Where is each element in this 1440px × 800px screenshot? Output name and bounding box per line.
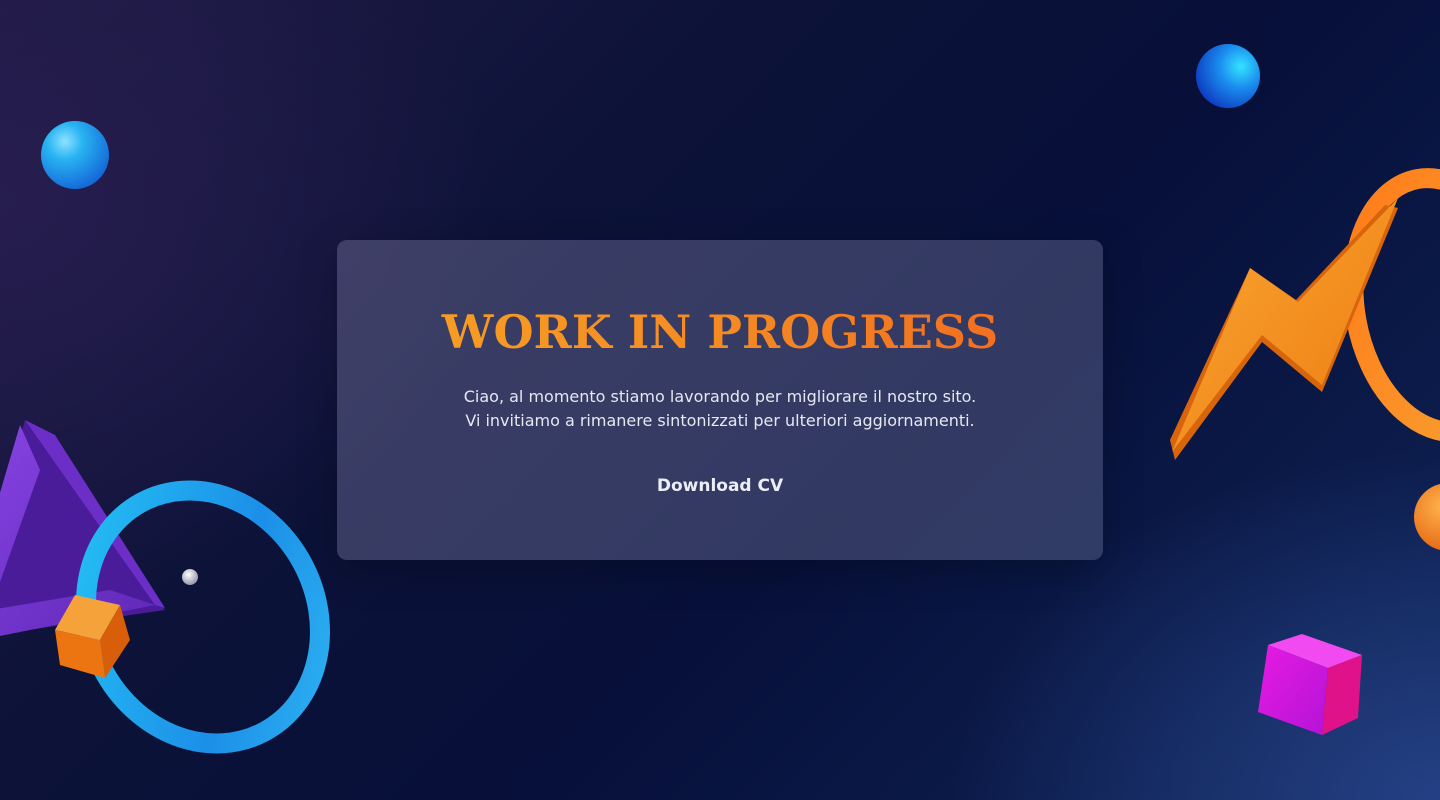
orange-ring (1343, 168, 1440, 442)
orange-sphere (1414, 483, 1440, 551)
work-in-progress-card: WORK IN PROGRESS Ciao, al momento stiamo… (337, 240, 1103, 560)
blue-sphere (41, 121, 109, 189)
orange-cube (55, 595, 130, 678)
page-title: WORK IN PROGRESS (337, 302, 1103, 362)
blue-sphere (1196, 44, 1260, 108)
description-line-2: Vi invitiamo a rimanere sintonizzati per… (465, 411, 975, 430)
description-line-1: Ciao, al momento stiamo lavorando per mi… (463, 387, 977, 406)
silver-bead (182, 569, 198, 585)
purple-triangle (0, 420, 165, 636)
pink-cube (1258, 634, 1362, 735)
description: Ciao, al momento stiamo lavorando per mi… (337, 385, 1103, 433)
download-cv-button[interactable]: Download CV (620, 466, 820, 506)
orange-lightning (1170, 198, 1398, 460)
blue-ring (76, 480, 330, 754)
